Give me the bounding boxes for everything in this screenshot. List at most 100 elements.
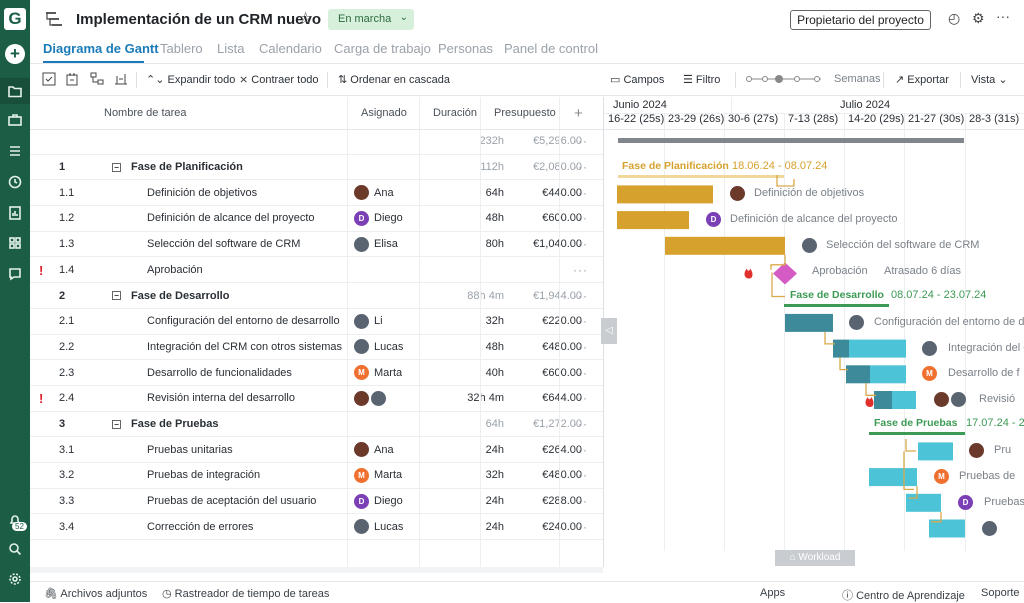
table-row[interactable]: ! 2.4 Revisión interna del desarrollo 32h 4…: [30, 386, 603, 412]
phase-testing-bar[interactable]: [869, 432, 965, 435]
task-bar-unit-tests[interactable]: [918, 442, 953, 461]
tab-gantt[interactable]: Diagrama de Gantt: [43, 41, 159, 56]
collapse-all-button[interactable]: ⨯ Contraer todo: [239, 73, 319, 86]
phase-row[interactable]: 1 − Fase de Planificación 112h €2,080.00 ···: [30, 155, 603, 181]
row-options-icon[interactable]: ···: [573, 515, 588, 540]
task-bar-features[interactable]: [870, 365, 906, 384]
settings-gear-icon[interactable]: ⚙: [972, 10, 985, 27]
column-header-task[interactable]: Nombre de tarea: [104, 97, 187, 129]
row-options-icon[interactable]: ···: [573, 258, 588, 283]
create-plus-icon[interactable]: +: [5, 44, 25, 64]
task-name[interactable]: Pruebas de aceptación del usuario: [147, 489, 316, 514]
task-bar-scope[interactable]: [617, 211, 689, 230]
expand-all-button[interactable]: ⌃⌄ Expandir todo: [146, 73, 235, 86]
table-row[interactable]: 3.4 Corrección de errores Lucas 24h €240.00 ·…: [30, 515, 603, 541]
apps-button[interactable]: Apps: [760, 587, 785, 599]
briefcase-icon[interactable]: [0, 107, 30, 133]
tab-people[interactable]: Personas: [438, 41, 493, 56]
task-name[interactable]: Configuración del entorno de desarrollo: [147, 309, 340, 334]
app-logo[interactable]: G: [4, 8, 26, 30]
assignee[interactable]: Ana: [354, 180, 394, 205]
project-owner-button[interactable]: Propietario del proyecto: [790, 10, 931, 30]
export-button[interactable]: ↗ Exportar: [895, 73, 949, 86]
milestone-approval[interactable]: [773, 262, 797, 285]
more-options-icon[interactable]: ···: [996, 8, 1010, 24]
table-row[interactable]: 3.3 Pruebas de aceptación del usuario D Die…: [30, 489, 603, 515]
select-checkbox-icon[interactable]: [42, 72, 56, 86]
table-row[interactable]: ! 1.4 Aprobación ···: [30, 258, 603, 284]
task-name[interactable]: Corrección de errores: [147, 515, 253, 540]
assignee[interactable]: Ana: [354, 437, 394, 462]
row-options-icon[interactable]: ···: [573, 463, 588, 488]
row-options-icon[interactable]: ···: [573, 437, 588, 462]
task-name[interactable]: Revisión interna del desarrollo: [147, 386, 295, 411]
task-bar-integration-tests[interactable]: [869, 468, 917, 487]
support-button[interactable]: Soporte: [981, 587, 1020, 599]
filter-button[interactable]: ☰ Filtro: [683, 73, 720, 86]
table-row[interactable]: 1.3 Selección del software de CRM Elisa 80h…: [30, 232, 603, 258]
task-bar-acceptance-tests[interactable]: [906, 493, 941, 512]
task-name[interactable]: − Fase de Pruebas: [112, 412, 218, 437]
assignee[interactable]: Li: [354, 309, 383, 334]
task-bar-features-progress[interactable]: [846, 365, 870, 384]
row-options-icon[interactable]: ···: [573, 283, 588, 308]
row-options-icon[interactable]: ···: [573, 155, 588, 180]
phase-row[interactable]: 2 − Fase de Desarrollo 88h 4m €1,944.00 ···: [30, 283, 603, 309]
assignee[interactable]: D Diego: [354, 489, 403, 514]
task-bar-review-progress[interactable]: [874, 391, 892, 409]
task-bar-software[interactable]: [665, 236, 785, 255]
task-name[interactable]: Definición de alcance del proyecto: [147, 206, 315, 231]
phase-development-bar[interactable]: [784, 304, 889, 307]
row-options-icon[interactable]: ···: [573, 309, 588, 334]
learning-center-button[interactable]: ⓘ Centro de Aprendizaje: [842, 587, 965, 603]
add-task-icon[interactable]: [66, 72, 80, 86]
task-name[interactable]: Desarrollo de funcionalidades: [147, 360, 292, 385]
assignee[interactable]: Lucas: [354, 335, 403, 360]
project-status-dropdown[interactable]: En marcha ⌄: [328, 9, 414, 30]
task-bar-integration-progress[interactable]: [833, 339, 849, 358]
tab-list[interactable]: Lista: [217, 41, 244, 56]
zoom-slider[interactable]: [745, 73, 825, 85]
collapse-toggle-icon[interactable]: −: [112, 162, 121, 172]
assignee[interactable]: Elisa: [354, 232, 398, 257]
collapse-toggle-icon[interactable]: −: [112, 419, 121, 429]
table-row[interactable]: 2.2 Integración del CRM con otros sistema…: [30, 335, 603, 361]
table-row[interactable]: 1.2 Definición de alcance del proyecto D Di…: [30, 206, 603, 232]
table-row[interactable]: 2.1 Configuración del entorno de desarrol…: [30, 309, 603, 335]
task-name[interactable]: − Fase de Desarrollo: [112, 283, 229, 308]
row-options-icon[interactable]: ···: [573, 360, 588, 385]
table-row[interactable]: 1.1 Definición de objetivos Ana 64h €440.00 ·…: [30, 180, 603, 207]
phase-planning-bar[interactable]: [618, 175, 784, 178]
phase-row[interactable]: 3 − Fase de Pruebas 64h €1,272.00 ···: [30, 412, 603, 438]
horizontal-scrollbar[interactable]: [30, 567, 603, 573]
tab-calendar[interactable]: Calendario: [259, 41, 322, 56]
history-icon[interactable]: ◴: [948, 10, 960, 27]
report-icon[interactable]: [0, 200, 30, 226]
workload-toggle[interactable]: ⌂ Workload: [775, 550, 855, 566]
tab-board[interactable]: Tablero: [160, 41, 203, 56]
baseline-icon[interactable]: [114, 72, 128, 86]
row-options-icon[interactable]: ···: [573, 180, 588, 205]
add-column-button[interactable]: +: [574, 97, 583, 129]
tab-workload[interactable]: Carga de trabajo: [334, 41, 431, 56]
task-bar-review[interactable]: [892, 391, 916, 409]
task-name[interactable]: Pruebas de integración: [147, 463, 260, 488]
list-icon[interactable]: [0, 138, 30, 164]
favorite-star-icon[interactable]: ☆: [298, 9, 313, 29]
row-options-icon[interactable]: ···: [573, 232, 588, 257]
row-options-icon[interactable]: ···: [573, 412, 588, 437]
table-row[interactable]: 3.2 Pruebas de integración M Marta 32h €480.0…: [30, 463, 603, 489]
cascade-sort-button[interactable]: ⇅ Ordenar en cascada: [338, 73, 450, 86]
table-row[interactable]: 2.3 Desarrollo de funcionalidades M Marta 40…: [30, 360, 603, 386]
task-name[interactable]: Selección del software de CRM: [147, 232, 300, 257]
row-options-icon[interactable]: ···: [573, 386, 588, 411]
chat-icon[interactable]: [0, 261, 30, 287]
row-options-icon[interactable]: ···: [573, 206, 588, 231]
assignee[interactable]: Lucas: [354, 515, 403, 540]
task-name[interactable]: − Fase de Planificación: [112, 155, 243, 180]
column-header-budget[interactable]: Presupuesto: [494, 97, 556, 129]
table-row[interactable]: 3.1 Pruebas unitarias Ana 24h €264.00 ···: [30, 437, 603, 464]
assignee[interactable]: M Marta: [354, 360, 402, 385]
task-name[interactable]: Definición de objetivos: [147, 180, 257, 205]
settings-gear-icon[interactable]: [0, 566, 30, 592]
